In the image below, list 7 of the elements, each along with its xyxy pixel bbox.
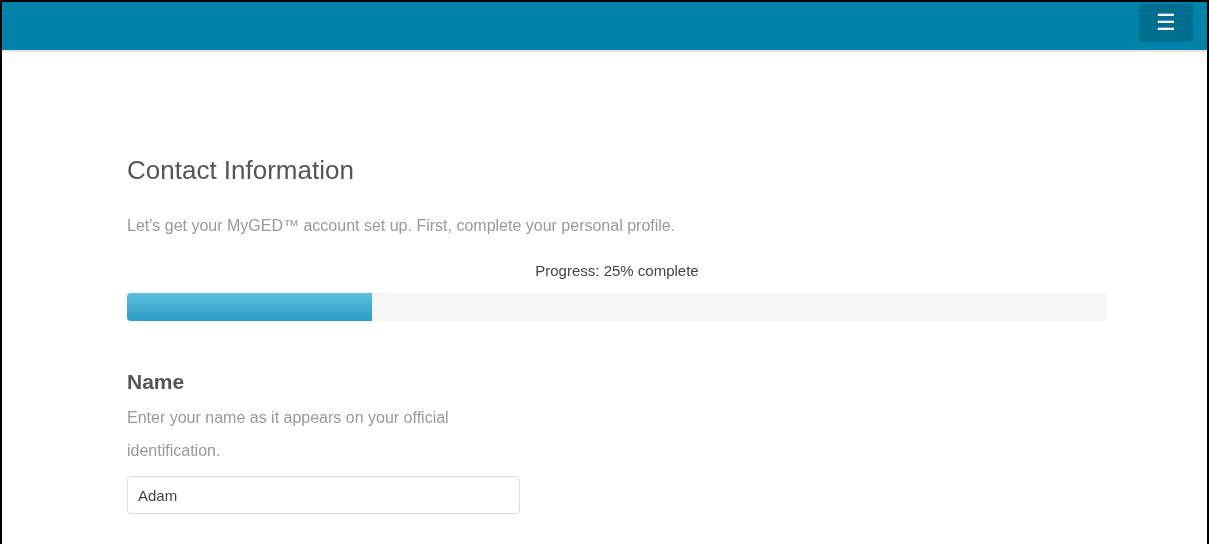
page-title: Contact Information bbox=[127, 154, 355, 186]
progress-label: Progress: 25% complete bbox=[534, 261, 700, 281]
section-heading: Name bbox=[127, 369, 186, 395]
menu-button[interactable]: ☰ bbox=[1139, 4, 1193, 42]
name-field[interactable]: Adam bbox=[127, 476, 520, 514]
intro-text: Let's get your MyGED™ account set up. First, complete your personal profile. bbox=[127, 216, 677, 236]
hint-text: Enter your name as it appears on your official identification. bbox=[127, 408, 450, 461]
